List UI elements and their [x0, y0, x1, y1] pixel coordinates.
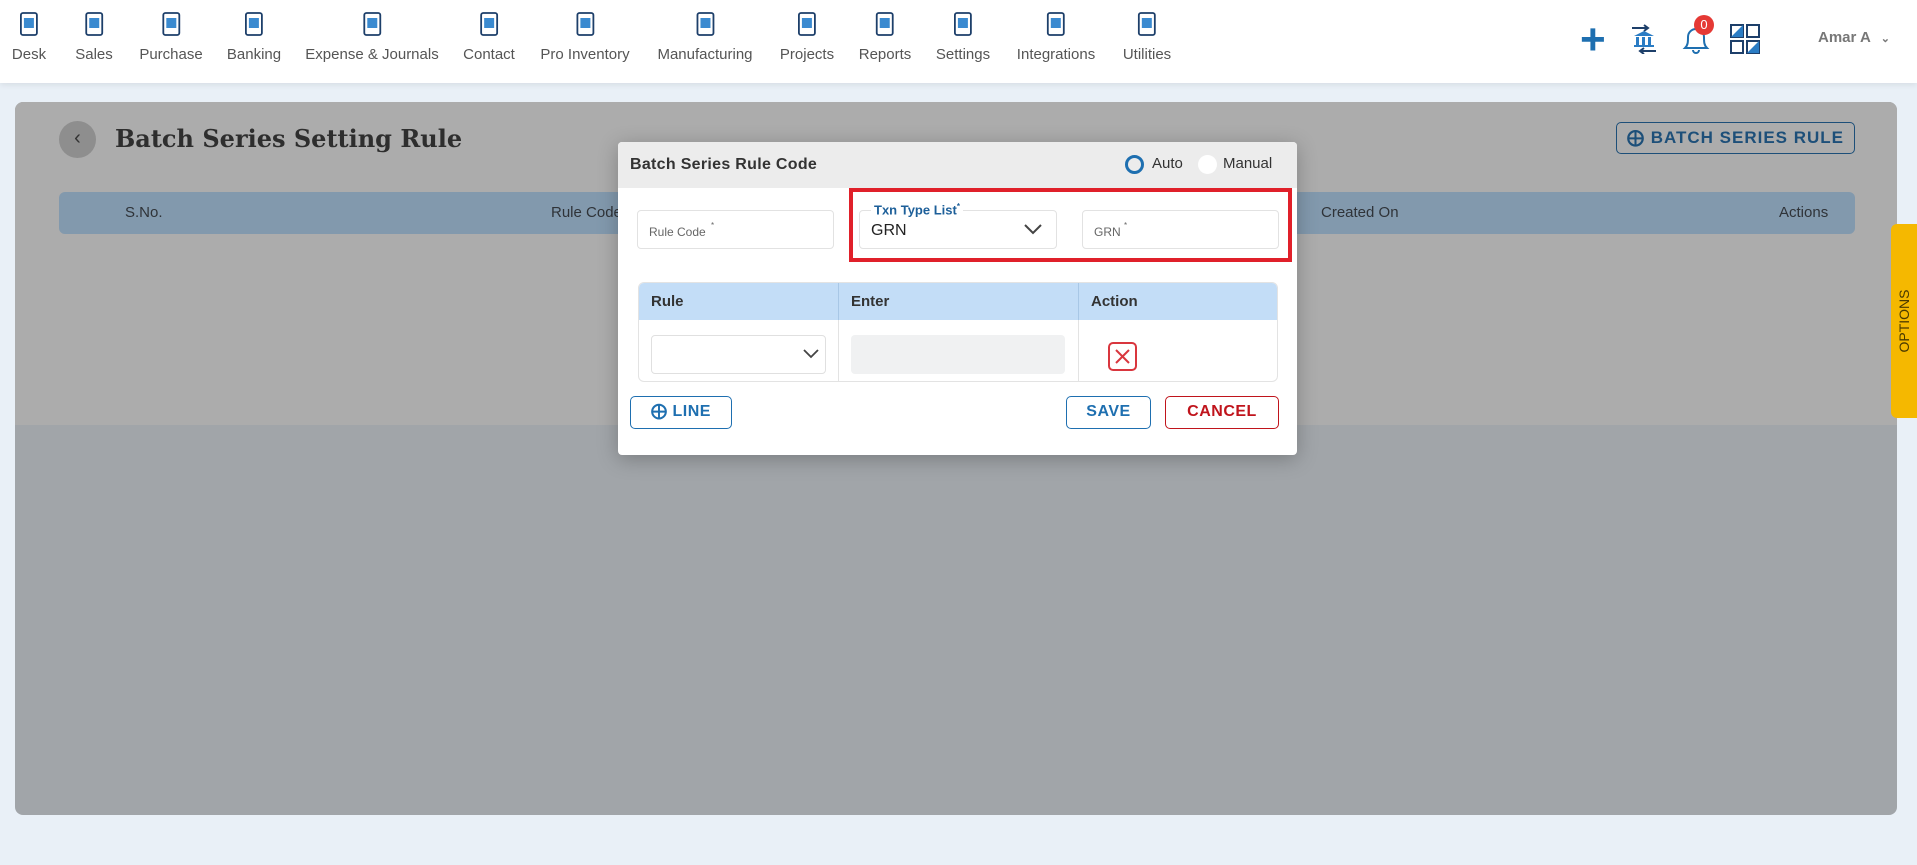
th-action: Action	[1078, 283, 1277, 320]
user-name: Amar A	[1818, 29, 1871, 46]
reports-icon	[876, 12, 894, 36]
nav-item-expense-journals[interactable]: Expense & Journals	[305, 10, 439, 63]
nav-item-pro-inventory[interactable]: Pro Inventory	[540, 10, 630, 63]
rule-code-input[interactable]: Rule Code *	[637, 210, 834, 249]
add-batch-series-rule-button[interactable]: ⨁ BATCH SERIES RULE	[1616, 122, 1855, 154]
nav-item-label: Pro Inventory	[540, 46, 630, 63]
nav-item-banking[interactable]: Banking	[227, 10, 281, 63]
rule-table: Rule Enter Action	[638, 282, 1278, 382]
batch-series-rule-modal: Batch Series Rule Code Auto Manual Rule …	[618, 142, 1297, 455]
back-button[interactable]: ‹	[59, 121, 96, 158]
col-rule-code: Rule Code	[551, 204, 622, 221]
radio-manual[interactable]	[1198, 155, 1217, 174]
nav-item-label: Reports	[858, 46, 912, 63]
nav-item-label: Desk	[11, 46, 47, 63]
dashboard-grid-icon[interactable]	[1730, 24, 1760, 54]
utilities-icon	[1138, 12, 1156, 36]
desk-icon	[20, 12, 38, 36]
nav-item-integrations[interactable]: Integrations	[1017, 10, 1095, 63]
highlight-box	[849, 188, 1292, 262]
th-rule: Rule	[639, 283, 838, 320]
chevron-down-icon: ⌄	[1880, 33, 1891, 45]
nav-item-label: Sales	[75, 46, 113, 63]
nav-item-purchase[interactable]: Purchase	[139, 10, 203, 63]
options-tab[interactable]: OPTIONS	[1891, 224, 1917, 418]
settings-icon	[954, 12, 972, 36]
nav-item-settings[interactable]: Settings	[936, 10, 990, 63]
nav-item-label: Utilities	[1122, 46, 1172, 63]
add-line-button[interactable]: ⨁ LINE	[630, 396, 732, 429]
radio-manual-label: Manual	[1223, 155, 1273, 172]
page-title: Batch Series Setting Rule	[115, 124, 463, 153]
nav-item-label: Banking	[226, 46, 282, 63]
add-button-label: BATCH SERIES RULE	[1650, 128, 1845, 147]
projects-icon	[798, 12, 816, 36]
bank-icon	[245, 12, 263, 36]
top-nav: + 0 Amar A ⌄ Desk Sales Purchase Banking Expe…	[0, 0, 1917, 83]
bank-transfer-icon[interactable]	[1630, 24, 1658, 54]
cancel-button[interactable]: CANCEL	[1165, 396, 1279, 429]
modal-title: Batch Series Rule Code	[630, 156, 818, 173]
nav-item-label: Contact	[463, 46, 515, 63]
nav-item-sales[interactable]: Sales	[75, 10, 113, 63]
col-sno: S.No.	[125, 204, 163, 221]
cart-icon	[162, 12, 180, 36]
add-icon[interactable]: +	[1580, 18, 1606, 62]
notification-badge: 0	[1694, 15, 1714, 35]
radio-auto[interactable]	[1125, 155, 1144, 174]
line-label: LINE	[672, 403, 711, 420]
manufacturing-icon	[696, 12, 714, 36]
journal-icon	[363, 12, 381, 36]
sales-icon	[85, 12, 103, 36]
nav-item-utilities[interactable]: Utilities	[1123, 10, 1171, 63]
integrations-icon	[1047, 12, 1065, 36]
options-label: OPTIONS	[1896, 289, 1912, 353]
rule-select[interactable]	[651, 335, 826, 374]
nav-item-label: Expense & Journals	[305, 46, 439, 63]
th-enter: Enter	[838, 283, 1078, 320]
nav-item-manufacturing[interactable]: Manufacturing	[657, 10, 753, 63]
nav-item-label: Manufacturing	[657, 46, 753, 63]
enter-input[interactable]	[851, 335, 1065, 374]
nav-item-contact[interactable]: Contact	[463, 10, 515, 63]
rule-code-placeholder: Rule Code	[649, 225, 706, 239]
nav-item-desk[interactable]: Desk	[12, 10, 46, 63]
nav-item-label: Purchase	[139, 46, 203, 63]
user-menu[interactable]: Amar A ⌄	[1818, 29, 1890, 46]
nav-item-label: Integrations	[1016, 46, 1096, 63]
contact-icon	[480, 12, 498, 36]
save-button[interactable]: SAVE	[1066, 396, 1151, 429]
plus-circle-icon: ⨁	[651, 403, 668, 420]
nav-item-label: Projects	[779, 46, 835, 63]
col-created-on: Created On	[1321, 204, 1399, 221]
chevron-down-icon	[803, 349, 819, 359]
nav-item-reports[interactable]: Reports	[858, 10, 912, 63]
plus-circle-icon: ⨁	[1626, 128, 1645, 147]
radio-auto-label: Auto	[1152, 155, 1183, 172]
nav-item-projects[interactable]: Projects	[780, 10, 834, 63]
delete-row-icon[interactable]	[1108, 342, 1137, 371]
nav-item-label: Settings	[935, 46, 991, 63]
inventory-icon	[576, 12, 594, 36]
col-actions: Actions	[1779, 204, 1829, 221]
